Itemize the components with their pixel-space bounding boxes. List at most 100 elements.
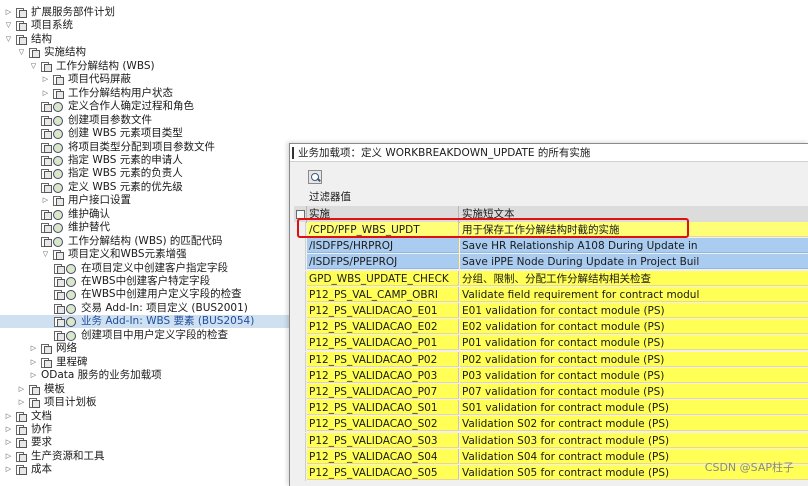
table-row[interactable]: P12_PS_VALIDACAO_P07 P07 validation for c… [294, 384, 808, 400]
row-selector[interactable] [294, 319, 306, 336]
execute-icon[interactable] [53, 236, 64, 247]
collapse-icon[interactable]: ▽ [17, 46, 26, 59]
documentation-icon[interactable] [41, 209, 52, 220]
execute-icon[interactable] [66, 276, 77, 287]
cell-short-text[interactable]: Validation S02 for contract module (PS) [460, 416, 808, 432]
cell-implementation[interactable]: P12_PS_VALIDACAO_P02 [307, 351, 459, 367]
cell-short-text[interactable]: S01 validation for contract module (PS) [460, 400, 808, 416]
execute-icon[interactable] [53, 115, 64, 126]
table-row[interactable]: P12_PS_VAL_CAMP_OBRI Validate field requi… [294, 286, 808, 303]
tree-node[interactable]: ▷ 工作分解结构用户状态 [0, 87, 808, 100]
execute-icon[interactable] [53, 222, 64, 234]
row-selector[interactable] [294, 384, 306, 400]
collapse-icon[interactable]: ▽ [4, 19, 13, 32]
expand-icon[interactable]: ▷ [4, 450, 13, 463]
cell-implementation[interactable]: P12_PS_VALIDACAO_E01 [307, 303, 459, 318]
documentation-icon[interactable] [54, 330, 65, 341]
table-row[interactable]: P12_PS_VALIDACAO_S03 Validation S03 for c… [294, 432, 808, 449]
row-selector[interactable] [294, 400, 306, 417]
cell-implementation[interactable]: P12_PS_VALIDACAO_P03 [307, 367, 459, 383]
cell-short-text[interactable]: E02 validation for contact module (PS) [460, 319, 808, 335]
documentation-icon[interactable] [41, 155, 52, 166]
cell-implementation[interactable]: /ISDFPS/HRPROJ [307, 238, 459, 254]
expand-icon[interactable]: ▷ [41, 87, 50, 100]
cell-implementation[interactable]: P12_PS_VALIDACAO_E02 [307, 319, 459, 335]
row-selector[interactable] [294, 448, 306, 465]
execute-icon[interactable] [53, 128, 64, 140]
documentation-icon[interactable] [41, 142, 52, 153]
collapse-icon[interactable]: ▽ [29, 60, 38, 73]
expand-icon[interactable]: ▷ [29, 342, 38, 355]
cell-short-text[interactable]: P07 validation for contact module (PS) [460, 384, 808, 399]
cell-implementation[interactable]: P12_PS_VAL_CAMP_OBRI [307, 286, 459, 302]
row-selector[interactable] [294, 303, 306, 319]
execute-icon[interactable] [66, 330, 77, 341]
table-row[interactable]: /ISDFPS/HRPROJ Save HR Relationship A108 … [294, 238, 808, 255]
expand-icon[interactable]: ▷ [29, 356, 38, 369]
expand-icon[interactable]: ▷ [4, 6, 13, 19]
row-selector[interactable] [294, 416, 306, 433]
tree-node[interactable]: 创建项目参数文件 [0, 114, 808, 127]
documentation-icon[interactable] [41, 236, 52, 247]
documentation-icon[interactable] [54, 317, 65, 328]
expand-icon[interactable]: ▷ [4, 436, 13, 449]
tree-node[interactable]: 定义合作人确定过程和角色 [0, 100, 808, 113]
cell-short-text[interactable]: P02 validation for contact module (PS) [460, 351, 808, 367]
documentation-icon[interactable] [41, 223, 52, 234]
tree-node[interactable]: ▽ 实施结构 [0, 46, 808, 59]
documentation-icon[interactable] [41, 169, 52, 180]
row-selector[interactable] [294, 286, 306, 303]
cell-short-text[interactable]: Validate field requirement for contract … [460, 286, 808, 302]
table-row[interactable]: P12_PS_VALIDACAO_P02 P02 validation for c… [294, 351, 808, 368]
row-selector[interactable] [294, 367, 306, 384]
cell-implementation[interactable]: P12_PS_VALIDACAO_S04 [307, 448, 459, 464]
expand-icon[interactable]: ▷ [41, 73, 50, 86]
row-selector[interactable] [294, 335, 306, 352]
tree-node[interactable]: 创建 WBS 元素项目类型 [0, 127, 808, 140]
tree-node[interactable]: ▷ 扩展服务部件计划 [0, 6, 808, 19]
expand-icon[interactable]: ▷ [4, 463, 13, 476]
cell-short-text[interactable]: P01 validation for contact module (PS) [460, 335, 808, 351]
execute-icon[interactable] [53, 168, 64, 180]
cell-implementation[interactable]: P12_PS_VALIDACAO_S05 [307, 465, 459, 480]
row-selector[interactable] [294, 270, 306, 287]
cell-implementation[interactable]: P12_PS_VALIDACAO_S01 [307, 400, 459, 416]
expand-icon[interactable]: ▷ [17, 383, 26, 396]
cell-short-text[interactable]: Validation S03 for contract module (PS) [460, 432, 808, 448]
documentation-icon[interactable] [41, 129, 52, 140]
cell-implementation[interactable]: GPD_WBS_UPDATE_CHECK [307, 270, 459, 286]
cell-implementation[interactable]: P12_PS_VALIDACAO_P01 [307, 335, 459, 351]
tree-node[interactable]: ▽ 结构 [0, 33, 808, 46]
documentation-icon[interactable] [54, 303, 65, 314]
cell-short-text[interactable]: Save iPPE Node During Update in Project … [460, 254, 808, 270]
cell-short-text[interactable]: Save HR Relationship A108 During Update … [460, 238, 808, 254]
documentation-icon[interactable] [54, 277, 65, 287]
tree-node[interactable]: ▽ 工作分解结构 (WBS) [0, 60, 808, 73]
execute-icon[interactable] [53, 155, 64, 166]
table-row[interactable]: P12_PS_VALIDACAO_P03 P03 validation for c… [294, 367, 808, 384]
documentation-icon[interactable] [41, 115, 52, 126]
expand-icon[interactable]: ▷ [4, 410, 13, 423]
execute-icon[interactable] [66, 316, 77, 328]
cell-implementation[interactable]: P12_PS_VALIDACAO_P07 [307, 384, 459, 399]
execute-icon[interactable] [66, 263, 77, 274]
table-row[interactable]: GPD_WBS_UPDATE_CHECK 分组、限制、分配工作分解结构相关检查 [294, 270, 808, 287]
cell-short-text[interactable]: 分组、限制、分配工作分解结构相关检查 [460, 270, 808, 286]
table-row[interactable]: P12_PS_VALIDACAO_E01 E01 validation for c… [294, 303, 808, 319]
expand-icon[interactable]: ▷ [29, 369, 38, 382]
execute-icon[interactable] [53, 182, 64, 193]
expand-icon[interactable]: ▷ [41, 194, 50, 207]
execute-icon[interactable] [66, 303, 77, 314]
documentation-icon[interactable] [54, 290, 65, 301]
execute-icon[interactable] [53, 209, 64, 220]
row-selector[interactable] [294, 432, 306, 449]
table-row[interactable]: P12_PS_VALIDACAO_S02 Validation S02 for c… [294, 416, 808, 433]
table-row[interactable]: P12_PS_VALIDACAO_P01 P01 validation for c… [294, 335, 808, 352]
cell-short-text[interactable]: E01 validation for contact module (PS) [460, 303, 808, 318]
documentation-icon[interactable] [41, 182, 52, 193]
table-row[interactable]: P12_PS_VALIDACAO_S01 S01 validation for c… [294, 400, 808, 417]
documentation-icon[interactable] [54, 263, 65, 274]
cell-implementation[interactable]: P12_PS_VALIDACAO_S03 [307, 432, 459, 448]
table-row[interactable]: /ISDFPS/PPEPROJ Save iPPE Node During Upd… [294, 254, 808, 271]
row-selector[interactable] [294, 238, 306, 255]
